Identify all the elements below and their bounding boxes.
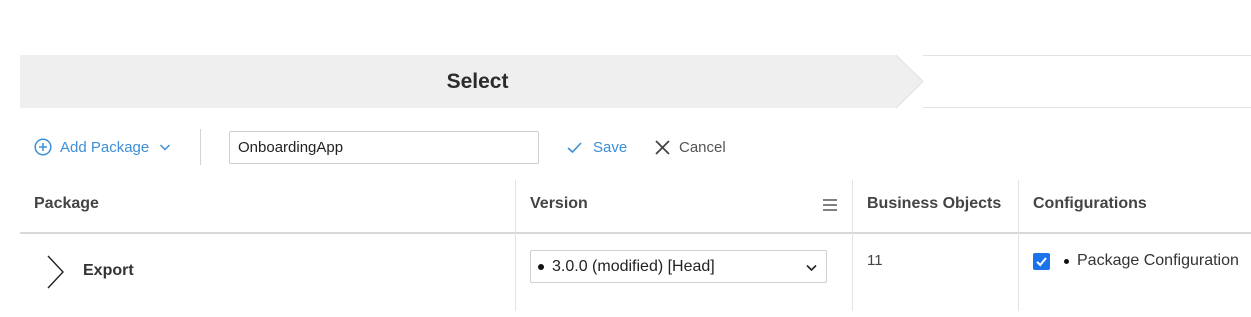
wizard-steps: Select [20,55,1251,108]
save-button[interactable]: Save [566,128,627,166]
package-table: Package Version Business Objects Configu… [20,180,1251,317]
column-header-configurations[interactable]: Configurations [1019,180,1251,232]
plus-circle-icon [34,138,52,156]
wizard-step-select: Select [446,70,509,93]
add-package-button[interactable]: Add Package [34,128,171,166]
chevron-right-icon[interactable] [44,254,66,290]
chevron-down-icon [805,261,818,274]
column-header-business-objects[interactable]: Business Objects [853,180,1019,232]
table-row: Export 3.0.0 (modified) [Head] 11 Packag… [20,234,1251,314]
bullet-icon [538,263,544,270]
configuration-label: Package Configuration [1077,252,1239,269]
table-header: Package Version Business Objects Configu… [20,180,1251,234]
cancel-button[interactable]: Cancel [654,128,726,166]
business-objects-count: 11 [867,252,883,269]
version-select[interactable]: 3.0.0 (modified) [Head] [530,250,827,283]
version-value: 3.0.0 (modified) [Head] [552,257,715,275]
menu-icon[interactable] [821,196,839,214]
check-icon [566,139,583,156]
column-header-version[interactable]: Version [516,180,853,232]
package-name: Export [83,262,134,279]
check-icon [1036,257,1047,267]
bullet-icon [1064,258,1069,264]
toolbar: Add Package Save Cancel [0,128,1251,166]
toolbar-divider [200,129,201,165]
package-name-input[interactable] [229,131,539,164]
configuration-item: Package Configuration [1064,252,1239,270]
chevron-down-icon [159,141,171,153]
cancel-label: Cancel [679,138,726,156]
wizard-step-shape [20,55,1251,108]
add-package-label: Add Package [60,138,150,156]
close-icon [654,139,671,156]
save-label: Save [593,138,628,156]
configuration-checkbox[interactable] [1033,253,1050,270]
column-header-package[interactable]: Package [20,180,515,232]
